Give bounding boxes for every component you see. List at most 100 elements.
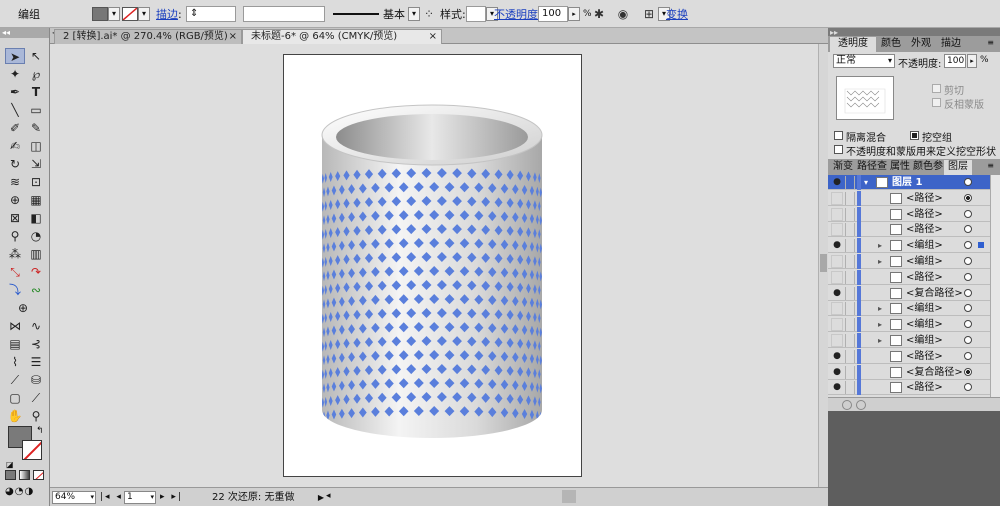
disclosure-closed-icon[interactable]: ▸ [878,333,882,348]
target-icon[interactable] [964,272,972,281]
target-icon[interactable] [964,367,972,376]
target-icon[interactable] [964,320,972,329]
disclosure-closed-icon[interactable]: ▸ [878,301,882,316]
eye-icon[interactable]: ● [831,381,843,394]
eye-icon[interactable]: ● [831,176,843,189]
layer-name[interactable]: <编组> [906,301,943,316]
target-icon[interactable] [964,193,972,202]
target-icon[interactable] [964,178,972,186]
target-icon[interactable] [964,288,972,297]
tab-stroke[interactable]: 描边 [936,37,966,52]
disclosure-open-icon[interactable]: ▾ [864,175,868,190]
locate-object-icon[interactable] [842,400,852,410]
doc-tab-2[interactable]: 未标题-6* @ 64% (CMYK/预览) × [242,29,442,44]
chevron-down-icon[interactable]: ▾ [90,492,94,503]
warp-wave-tool-icon[interactable]: ∿ [26,318,46,334]
opacity-mask-checkbox[interactable] [834,145,843,154]
tab-color[interactable]: 颜色 [876,37,906,52]
rectangle-tool-icon[interactable]: ▭ [26,102,46,118]
direct-selection-tool-icon[interactable]: ↖ [26,48,46,64]
magic-wand-tool-icon[interactable]: ✦ [5,66,25,82]
doc-tab-1[interactable]: 2 [转换].ai* @ 270.4% (RGB/预览) × [54,29,242,44]
layer-name[interactable]: <复合路径> [906,365,963,380]
layer-name[interactable]: <编组> [906,238,943,253]
layer-name[interactable]: <复合路径> [906,286,963,301]
tab-appearance[interactable]: 外观 [906,37,936,52]
fill-swatch[interactable] [92,7,108,21]
recolor-icon[interactable]: ⁘ [420,5,438,23]
shape-builder-tool-icon[interactable]: ⊕ [5,192,25,208]
first-prev-page-icons[interactable]: |◂ ◂ [100,492,123,502]
width-tool-icon[interactable]: ⋈ [5,318,25,334]
lock-toggle[interactable] [845,381,855,395]
tab-attributes[interactable]: 属性 [888,160,912,175]
transform-link[interactable]: 变换 [666,5,688,23]
target-icon[interactable] [964,209,972,218]
gradient-mode-icon[interactable] [19,470,30,480]
chevron-down-icon[interactable]: ▾ [408,7,420,21]
eye-icon[interactable]: ● [831,366,843,379]
lasso-tool-icon[interactable]: ℘ [26,66,46,82]
layer-row-top[interactable]: ● ▾ 图层 1 [828,175,996,190]
sublayer-row[interactable]: ● <路径> [828,380,996,396]
target-icon[interactable] [964,383,972,392]
chevron-down-icon[interactable]: ▾ [138,7,150,21]
knife-tool-icon[interactable]: ⟋ [26,390,46,406]
lock-toggle[interactable] [845,334,855,347]
lock-toggle[interactable] [845,302,855,316]
default-colors-icon[interactable]: ◪ [6,460,14,469]
stroke-color-control[interactable]: ▾ [122,5,150,23]
eye-icon[interactable]: ● [831,287,843,300]
layer-name[interactable]: <路径> [906,222,943,237]
chevron-down-icon[interactable]: ▾ [150,492,154,503]
close-icon[interactable]: × [429,30,437,44]
target-icon[interactable] [964,304,972,313]
target-icon[interactable] [964,257,972,265]
opacity-input[interactable]: 100 [944,54,966,68]
sublayer-row[interactable]: <路径> [828,222,996,238]
measure-tool-icon[interactable]: ⟋ [5,372,25,388]
tab-color-guide[interactable]: 颜色参 [912,160,944,175]
eye-icon[interactable] [831,318,843,332]
panel-menu-icon[interactable]: ≡ [987,38,994,47]
target-icon[interactable] [964,225,972,234]
layer-name[interactable]: <路径> [906,191,943,206]
gradient-tool-icon[interactable]: ◧ [26,210,46,226]
fill-color-control[interactable]: ▾ [92,5,120,23]
pen-holder-artwork[interactable] [284,55,583,478]
eye-icon[interactable] [831,191,843,205]
stroke-weight-field[interactable]: ⇕ [186,5,236,23]
layer-name[interactable]: <路径> [906,270,943,285]
blend-tool-icon[interactable]: ◔ [26,228,46,244]
stroke-color-box[interactable] [22,440,42,460]
disclosure-closed-icon[interactable]: ▸ [878,254,882,269]
target-icon[interactable] [964,241,972,250]
layers-scrollbar[interactable] [990,175,1000,397]
paintbrush-tool-icon[interactable]: ✐ [5,120,25,136]
eye-icon[interactable] [831,223,843,237]
chevron-right-icon[interactable]: ▸ [967,54,977,68]
eye-icon[interactable] [831,270,843,284]
free-transform-tool-icon[interactable]: ⊡ [26,174,46,190]
crop-tool-icon[interactable]: ▢ [5,390,25,406]
lock-toggle[interactable] [845,191,855,205]
selection-tool-icon[interactable]: ➤ [5,48,25,64]
symbol-shifter-tool-icon[interactable]: ⊰ [26,336,46,352]
type-tool-icon[interactable]: T [26,84,46,100]
lock-toggle[interactable] [845,286,855,300]
layer-name[interactable]: <编组> [906,333,943,348]
sublayer-row[interactable]: ▸ <编组> [828,317,996,333]
scroll-thumb[interactable] [820,254,827,272]
target-icon[interactable] [964,351,972,360]
line-graph-tool-icon[interactable]: ⌇ [5,354,25,370]
eye-icon[interactable] [831,255,843,268]
play-icon[interactable]: ▶ [318,491,324,504]
canvas-area[interactable] [50,44,828,487]
sublayer-row[interactable]: ▸ <编组> [828,333,996,348]
sublayer-row[interactable]: ● <复合路径> [828,364,996,380]
graph-tool-icon[interactable]: ▤ [5,336,25,352]
stroke-none-swatch[interactable] [122,7,138,21]
sublayer-row[interactable]: ▸ <编组> [828,301,996,317]
chevron-right-icon[interactable]: ▸ [568,7,580,21]
invert-mask-checkbox[interactable] [932,98,941,107]
